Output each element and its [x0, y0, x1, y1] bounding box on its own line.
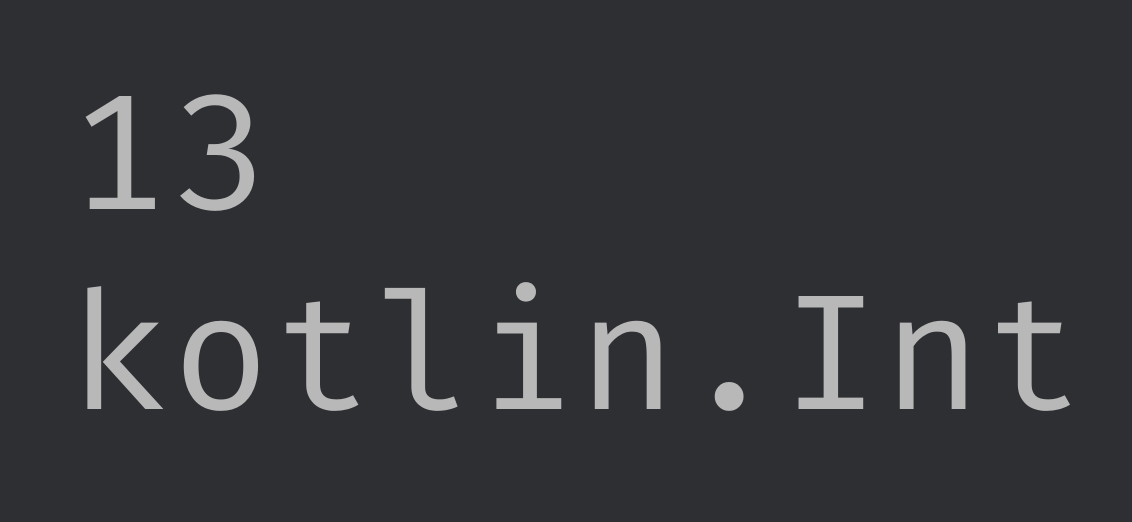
repl-output-type: kotlin.Int	[70, 261, 1132, 461]
repl-output-value: 13	[70, 61, 1132, 261]
